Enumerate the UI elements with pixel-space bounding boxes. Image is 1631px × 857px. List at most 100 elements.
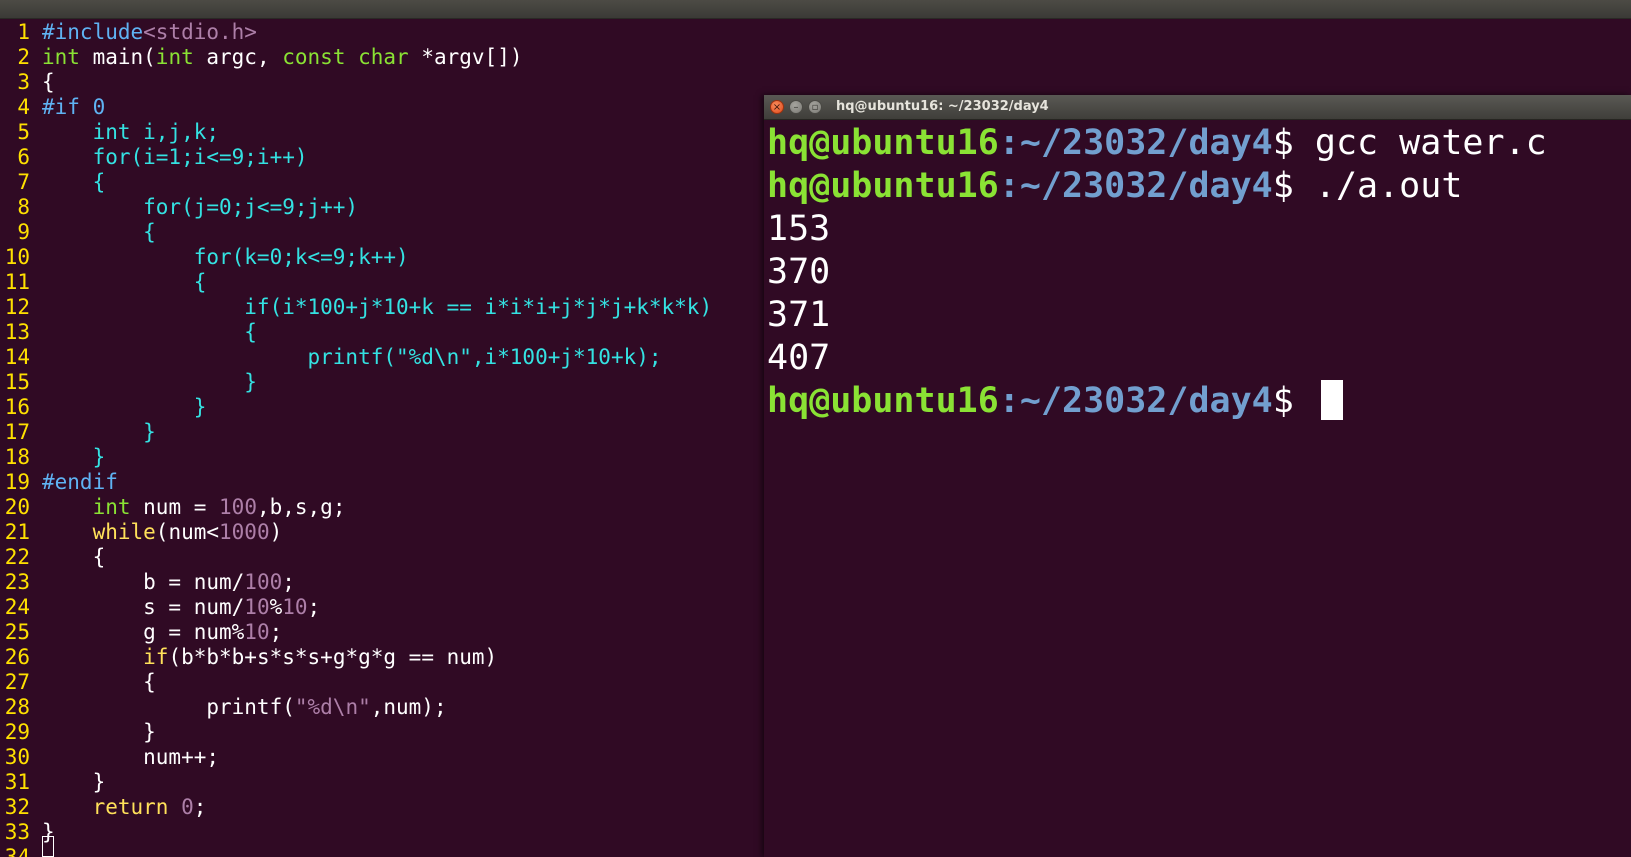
code-line: 12 if(i*100+j*10+k == i*i*i+j*j*j+k*k*k)	[0, 295, 764, 320]
code-text: }	[42, 770, 106, 795]
close-icon[interactable]: ×	[770, 100, 784, 114]
code-line: 17 }	[0, 420, 764, 445]
line-number: 12	[4, 295, 30, 319]
code-line: 4 #if 0	[0, 95, 764, 120]
code-line: 3{	[0, 70, 764, 95]
code-token: const char	[282, 45, 409, 69]
line-number: 23	[4, 570, 30, 594]
code-token: 10	[244, 620, 270, 644]
code-line: 2 int main(int argc, const char *argv[])	[0, 45, 764, 70]
code-token: for(j=0;j<=9;j++)	[42, 195, 359, 219]
code-token: ;	[307, 595, 321, 619]
code-line: 27 {	[0, 670, 764, 695]
code-text: {	[42, 70, 55, 95]
terminal-output-line: 153	[767, 209, 831, 249]
code-token: "%d\n"	[294, 695, 371, 719]
code-token: printf(	[42, 695, 295, 719]
line-number: 6	[17, 145, 30, 169]
code-token: #include	[42, 20, 144, 44]
code-token: )	[269, 520, 283, 544]
minimize-icon[interactable]: –	[789, 100, 803, 114]
code-token: main(	[79, 45, 156, 69]
code-token: int i,j,k;	[42, 120, 220, 144]
code-token: s = num/	[42, 595, 245, 619]
line-number: 21	[4, 520, 30, 544]
code-line: 15 }	[0, 370, 764, 395]
line-number: 19	[4, 470, 30, 494]
terminal-output-line: 370	[767, 252, 831, 292]
command-text: ./a.out	[1314, 166, 1463, 206]
code-token: ;	[269, 620, 283, 644]
vim-editor[interactable]: 1 #include<stdio.h> 2 int main(int argc, co…	[0, 20, 764, 857]
line-number: 13	[4, 320, 30, 344]
code-text: for(j=0;j<=9;j++)	[42, 195, 358, 220]
code-line: 28 printf("%d\n",num);	[0, 695, 764, 720]
code-text: #endif	[42, 470, 118, 495]
vim-cursor	[42, 836, 54, 857]
code-text: }	[42, 720, 156, 745]
code-line: 9 {	[0, 220, 764, 245]
code-line: 13 {	[0, 320, 764, 345]
code-token: (num<	[155, 520, 220, 544]
code-text: printf("%d\n",num);	[42, 695, 447, 720]
line-number: 33	[4, 820, 30, 844]
terminal-titlebar[interactable]: × – ▫ hq@ubuntu16: ~/23032/day4	[764, 95, 1631, 120]
code-line: 24 s = num/10%10;	[0, 595, 764, 620]
code-text: {	[42, 170, 106, 195]
code-token: int	[42, 45, 80, 69]
code-line: 22 {	[0, 545, 764, 570]
line-number: 28	[4, 695, 30, 719]
prompt-user-host: hq@ubuntu16	[767, 166, 999, 206]
line-number: 32	[4, 795, 30, 819]
line-number: 4	[17, 95, 30, 119]
code-line: 25 g = num%10;	[0, 620, 764, 645]
code-line: 10 for(k=0;k<=9;k++)	[0, 245, 764, 270]
code-line: 31 }	[0, 770, 764, 795]
code-line: 29 }	[0, 720, 764, 745]
line-number: 5	[17, 120, 30, 144]
code-line: 21 while(num<1000)	[0, 520, 764, 545]
line-number: 11	[4, 270, 30, 294]
code-text: {	[42, 270, 207, 295]
code-token: for(k=0;k<=9;k++)	[42, 245, 409, 269]
code-token: int	[92, 495, 131, 519]
code-text: #if 0	[42, 95, 105, 120]
code-token: #if 0	[42, 95, 106, 119]
code-text: }	[42, 395, 207, 420]
prompt-path: :~/23032/day4	[998, 166, 1273, 206]
line-number: 1	[17, 20, 30, 44]
prompt-symbol: $	[1272, 166, 1315, 206]
terminal-output[interactable]: hq@ubuntu16:~/23032/day4$ gcc water.c hq…	[767, 122, 1627, 423]
code-token: if	[143, 645, 169, 669]
line-number: 30	[4, 745, 30, 769]
prompt-path: :~/23032/day4	[998, 381, 1273, 421]
code-token: if(i*100+j*10+k == i*i*i+j*j*j+k*k*k)	[42, 295, 713, 319]
code-token: ,b,s,g;	[256, 495, 346, 519]
code-line: 26 if(b*b*b+s*s*s+g*g*g == num)	[0, 645, 764, 670]
command-text: gcc water.c	[1314, 123, 1547, 163]
code-token: ,num);	[370, 695, 447, 719]
code-token: 10	[282, 595, 308, 619]
code-line: 20 int num = 100,b,s,g;	[0, 495, 764, 520]
terminal-window[interactable]: × – ▫ hq@ubuntu16: ~/23032/day4 hq@ubunt…	[764, 95, 1631, 857]
line-number: 31	[4, 770, 30, 794]
code-text: {	[42, 545, 106, 570]
line-number: 8	[17, 195, 30, 219]
line-number: 25	[4, 620, 30, 644]
maximize-icon[interactable]: ▫	[808, 100, 822, 114]
code-token: num =	[130, 495, 220, 519]
line-number: 7	[17, 170, 30, 194]
code-token: while	[92, 520, 156, 544]
line-number: 27	[4, 670, 30, 694]
line-number: 9	[17, 220, 30, 244]
code-token: 100	[244, 570, 283, 594]
code-text: s = num/10%10;	[42, 595, 320, 620]
code-token: }	[42, 720, 156, 744]
code-text: #include<stdio.h>	[42, 20, 257, 45]
code-token: %	[269, 595, 283, 619]
code-text: }	[42, 420, 156, 445]
line-number: 2	[17, 45, 30, 69]
code-text: {	[42, 670, 156, 695]
code-token: ;	[282, 570, 295, 594]
